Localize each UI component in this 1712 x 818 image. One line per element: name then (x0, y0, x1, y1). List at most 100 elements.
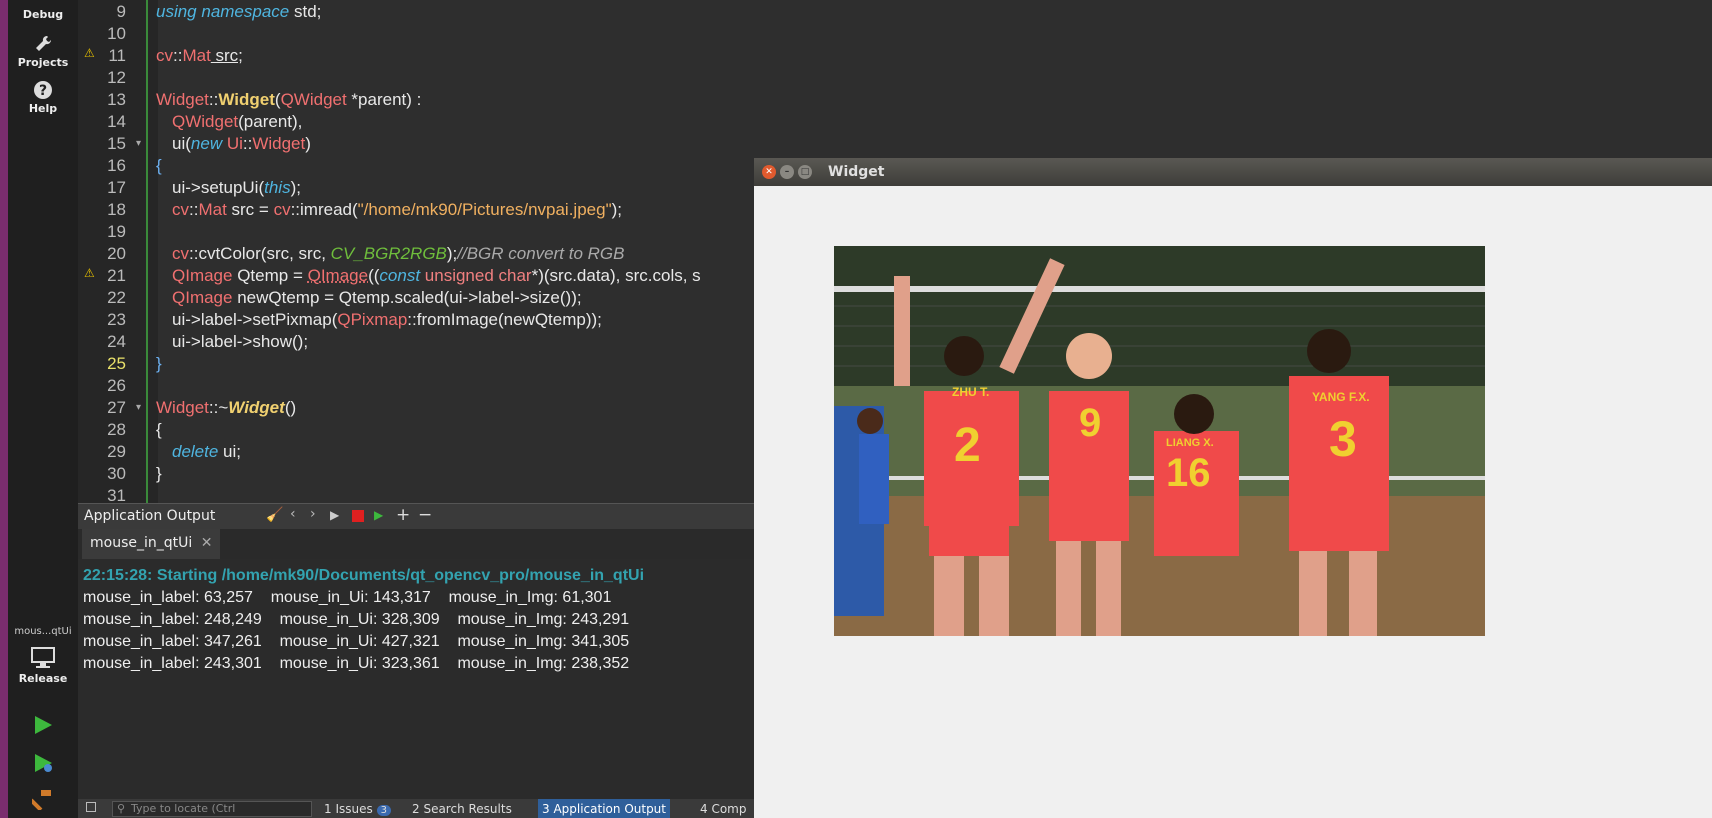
kit-selector[interactable]: Release (8, 646, 78, 685)
application-output-text[interactable]: 22:15:28: Starting /home/mk90/Documents/… (78, 559, 756, 799)
jersey-name: LIANG X. (1166, 437, 1214, 449)
code-token: Mat (182, 46, 211, 65)
line-number: 23 (107, 310, 126, 329)
mode-help-label: Help (28, 102, 58, 115)
output-pane-toolbar: Application Output 🧹 ‹ › ▶ ▶ + − (78, 503, 756, 529)
code-token: Widget (156, 90, 209, 109)
close-icon[interactable]: ✕ (201, 535, 213, 551)
attach-debugger-icon[interactable]: ▶ (374, 508, 383, 522)
image-label[interactable]: 2 ZHU T. 9 16 LIANG X. 3 YANG F.X. (834, 246, 1485, 636)
line-number: 26 (107, 376, 126, 395)
tab-application-output[interactable]: 3 Application Output (538, 799, 670, 818)
toggle-sidebar-icon[interactable] (86, 802, 96, 812)
code-line[interactable]: using namespace std; (156, 2, 956, 22)
code-token: new (190, 134, 223, 153)
line-number: 11 (108, 46, 126, 65)
jersey-number: 2 (954, 419, 981, 472)
fold-toggle-icon[interactable]: ▾ (136, 138, 141, 149)
maximize-window-button[interactable]: □ (798, 165, 812, 179)
code-token: (( (368, 266, 380, 285)
zoom-out-icon[interactable]: − (418, 505, 432, 525)
line-number: 17 (107, 178, 126, 197)
jersey-number: 3 (1329, 411, 1357, 467)
code-token: newQtemp = Qtemp.scaled(ui->label->size(… (232, 288, 582, 307)
build-button[interactable] (29, 788, 54, 813)
code-token: *parent) : (346, 90, 422, 109)
code-token: const (379, 266, 421, 285)
tab-search-results[interactable]: 2 Search Results (412, 802, 512, 816)
volleyball-photo: 2 ZHU T. 9 16 LIANG X. 3 YANG F.X. (834, 246, 1485, 636)
code-token: std; (289, 2, 322, 21)
stop-icon[interactable] (352, 510, 364, 522)
code-token: cv (172, 200, 189, 219)
mode-debug[interactable]: Debug (8, 0, 78, 22)
code-token: delete (172, 442, 219, 461)
bottom-status-bar: ⚲ Type to locate (Ctrl 1 Issues 3 2 Sear… (78, 799, 756, 818)
monitor-icon (31, 647, 55, 668)
line-number: 22 (107, 288, 126, 307)
code-token: Ui (222, 134, 243, 153)
code-token: Mat (198, 200, 227, 219)
line-number: 14 (107, 112, 126, 131)
code-token: ); (446, 244, 458, 263)
jersey-number: 16 (1166, 451, 1211, 495)
code-token: ui( (172, 134, 191, 153)
code-token: ::imread( (290, 200, 358, 219)
kit-config-label: Release (18, 672, 68, 685)
locator-input[interactable]: ⚲ Type to locate (Ctrl (112, 801, 312, 817)
debug-run-button[interactable] (32, 752, 54, 777)
code-line[interactable]: ui(new Ui::Widget) (172, 134, 972, 154)
line-number: 16 (107, 156, 126, 175)
code-line[interactable]: Widget::Widget(QWidget *parent) : (156, 90, 956, 110)
code-token: :: (208, 90, 219, 109)
jersey-name: ZHU T. (952, 385, 989, 399)
code-token: "/home/mk90/Pictures/nvpai.jpeg" (357, 200, 612, 219)
minimize-window-button[interactable]: – (780, 165, 794, 179)
line-number: 15 (107, 134, 126, 153)
mode-sidebar: Debug Projects ? Help mous...qtUi Releas… (8, 0, 78, 818)
tab-issues[interactable]: 1 Issues 3 (324, 802, 391, 816)
line-number: 18 (107, 200, 126, 219)
mode-help[interactable]: ? Help (8, 80, 78, 115)
line-number: 30 (107, 464, 126, 483)
mode-projects[interactable]: Projects (8, 34, 78, 69)
code-token: ui->label->setPixmap( (172, 310, 338, 329)
run-icon (35, 716, 52, 734)
rerun-icon[interactable]: ▶ (330, 508, 339, 522)
code-token: QImage (307, 266, 369, 285)
code-token: Widget (252, 134, 306, 153)
tab-label: mouse_in_qtUi (90, 535, 193, 551)
tab-mouse-in-qtui[interactable]: mouse_in_qtUi ✕ (82, 529, 221, 559)
output-line: mouse_in_label: 248,249 mouse_in_Ui: 328… (83, 611, 630, 628)
code-token: CV_BGR2RGB (330, 244, 447, 263)
zoom-in-icon[interactable]: + (396, 505, 410, 525)
next-item-icon[interactable]: › (310, 506, 316, 522)
clear-output-icon[interactable]: 🧹 (266, 507, 283, 523)
fold-toggle-icon[interactable]: ▾ (136, 402, 141, 413)
prev-item-icon[interactable]: ‹ (290, 506, 296, 522)
code-token: () (284, 398, 297, 417)
code-token: //BGR convert to RGB (457, 244, 625, 263)
help-icon: ? (34, 81, 52, 99)
line-number: 29 (107, 442, 126, 461)
code-token: QWidget (280, 90, 347, 109)
debug-run-icon (35, 754, 52, 772)
search-icon: ⚲ (117, 802, 126, 815)
code-line[interactable]: cv::Mat src; (156, 46, 956, 66)
code-token: this (264, 178, 291, 197)
code-token: ); (611, 200, 623, 219)
close-window-button[interactable]: ✕ (762, 165, 776, 179)
window-titlebar[interactable]: ✕ – □ Widget (754, 158, 1712, 186)
tab-label: 1 Issues (324, 802, 373, 816)
code-token: using namespace (156, 2, 290, 21)
line-number-current: 25 (107, 354, 126, 373)
run-button[interactable] (32, 714, 54, 739)
code-token: *)(src.data), src.cols, s (531, 266, 701, 285)
wrench-icon (36, 35, 52, 51)
code-line[interactable]: QWidget(parent), (172, 112, 972, 132)
mode-projects-label: Projects (17, 56, 69, 69)
tab-compile-output[interactable]: 4 Comp (700, 802, 746, 816)
code-token: Widget (228, 398, 285, 417)
output-start-line: 22:15:28: Starting /home/mk90/Documents/… (83, 567, 645, 584)
line-number: 13 (107, 90, 126, 109)
